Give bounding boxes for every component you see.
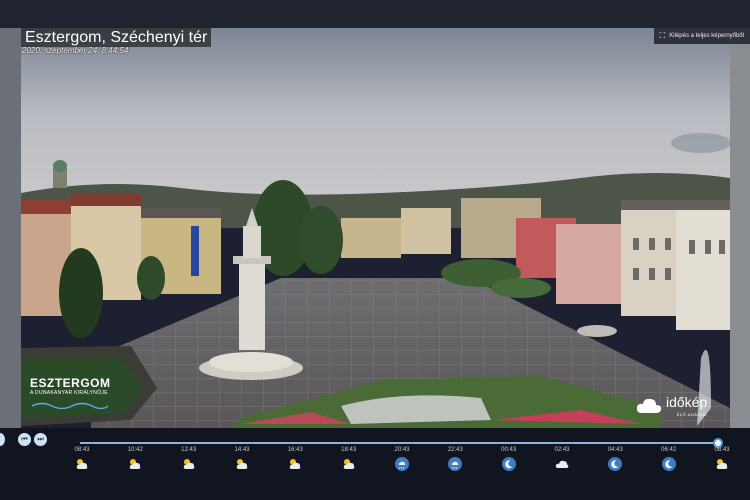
clear-night-icon[interactable] — [501, 457, 516, 471]
left-side-strip — [0, 28, 21, 428]
partly-cloudy-day-icon[interactable] — [342, 457, 356, 471]
camera-title: Esztergom, Széchenyi tér — [25, 29, 208, 46]
right-side-strip — [730, 44, 750, 428]
timeline-tick-label: 18:43 — [341, 447, 357, 453]
timeline-tick-label: 06:42 — [661, 447, 677, 453]
cloud-logo-icon — [636, 398, 662, 413]
top-bar — [0, 0, 750, 28]
timeline-bar — [0, 428, 750, 500]
clear-night-icon[interactable] — [608, 457, 623, 471]
timeline-progress — [80, 442, 717, 444]
partly-cloudy-day-icon[interactable] — [715, 457, 729, 471]
esztergom-logo: ESZTERGOM A DUNAKANYAR KIRÁLYNŐJE — [30, 376, 111, 414]
cloudy-icon[interactable] — [555, 457, 569, 471]
partly-cloudy-day-icon[interactable] — [288, 457, 302, 471]
partly-cloudy-day-icon[interactable] — [128, 457, 142, 471]
title-box: Esztergom, Széchenyi tér — [21, 28, 212, 47]
timeline-tick-label: 14:43 — [234, 447, 250, 453]
idokep-logo-name: időkép — [666, 394, 708, 410]
timeline-tick-label: 10:42 — [127, 447, 143, 453]
skip-back-button[interactable]: ⏮ — [18, 433, 31, 446]
clear-night-icon[interactable] — [661, 457, 676, 471]
esztergom-logo-tagline: A DUNAKANYAR KIRÁLYNŐJE — [30, 390, 108, 396]
timeline-tick-label: 04:43 — [607, 447, 623, 453]
timeline-tick-label: 20:43 — [394, 447, 410, 453]
skip-forward-button[interactable]: ⏭ — [34, 433, 47, 446]
timeline-tick-label: 12:43 — [181, 447, 197, 453]
partly-cloudy-day-icon[interactable] — [75, 457, 89, 471]
partly-cloudy-day-icon[interactable] — [235, 457, 249, 471]
timeline-tick-label: 22:43 — [447, 447, 463, 453]
timeline-tick-label: 02:43 — [554, 447, 570, 453]
fullscreen-exit-icon: ⛶ — [659, 31, 666, 40]
partly-cloudy-day-icon[interactable] — [182, 457, 196, 471]
idokep-logo-sub: ÉLŐ ADÁSOK — [676, 412, 708, 417]
webcam-image — [21, 28, 730, 428]
exit-fullscreen-button[interactable]: ⛶ Kilépés a teljes képernyőből — [653, 28, 750, 44]
timeline-tick-label: 08:43 — [714, 447, 730, 453]
timeline-tick-label: 08:43 — [74, 447, 90, 453]
exit-fullscreen-label: Kilépés a teljes képernyőből — [669, 33, 744, 39]
rain-night-icon[interactable] — [395, 457, 409, 471]
idokep-logo: időkép ÉLŐ ADÁSOK — [636, 394, 707, 417]
wave-icon — [31, 402, 109, 410]
timeline-tick-label: 00:43 — [501, 447, 517, 453]
esztergom-logo-name: ESZTERGOM — [30, 376, 111, 390]
timeline-tick-label: 16:43 — [287, 447, 303, 453]
timestamp: 2020. szeptember 24. 8:44:54 — [22, 46, 129, 55]
rain-night-icon[interactable] — [448, 457, 463, 471]
